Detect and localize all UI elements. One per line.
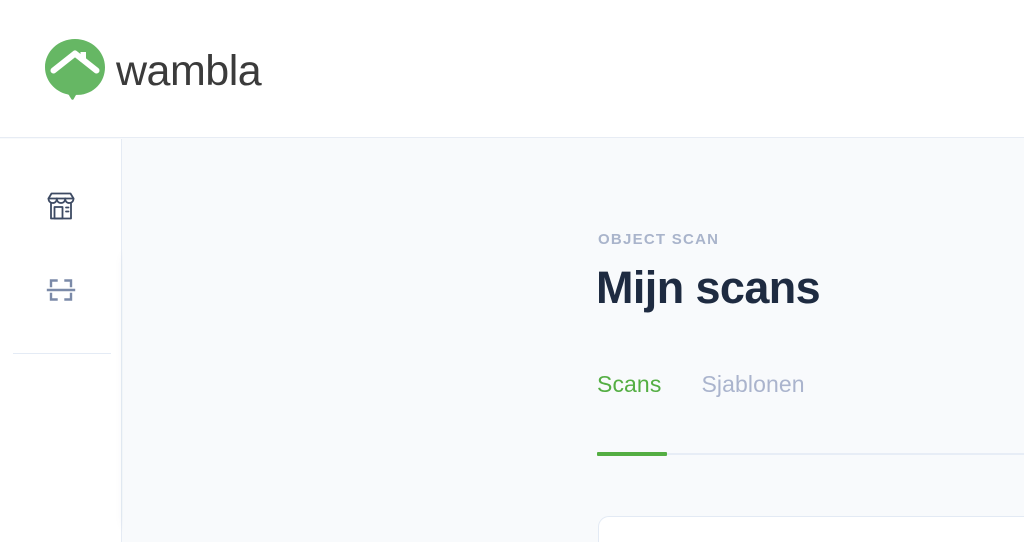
tab-bar: Scans Sjablonen [597, 371, 805, 400]
house-bubble-logo-icon [42, 36, 108, 102]
main-content: OBJECT SCAN Mijn scans Scans Sjablonen [123, 139, 1024, 542]
app-header: wambla [0, 0, 1024, 138]
scan-frame-icon [42, 271, 80, 309]
tab-sjablonen[interactable]: Sjablonen [701, 371, 804, 400]
tab-active-indicator [597, 452, 667, 456]
storefront-icon [42, 187, 80, 225]
app-root: wambla OBJECT SCAN Mijn scans Scans Sjab… [0, 0, 1024, 542]
sidebar-rail [0, 139, 122, 542]
tab-scans[interactable]: Scans [597, 371, 661, 400]
page-title: Mijn scans [596, 262, 821, 313]
brand-wordmark: wambla [116, 46, 262, 95]
scans-card [598, 516, 1024, 542]
section-eyebrow: OBJECT SCAN [598, 231, 720, 248]
sidebar-item-shop[interactable] [0, 179, 121, 233]
sidebar-divider [13, 353, 111, 354]
sidebar-item-scan[interactable] [0, 263, 121, 317]
brand-logo[interactable]: wambla [42, 36, 262, 102]
